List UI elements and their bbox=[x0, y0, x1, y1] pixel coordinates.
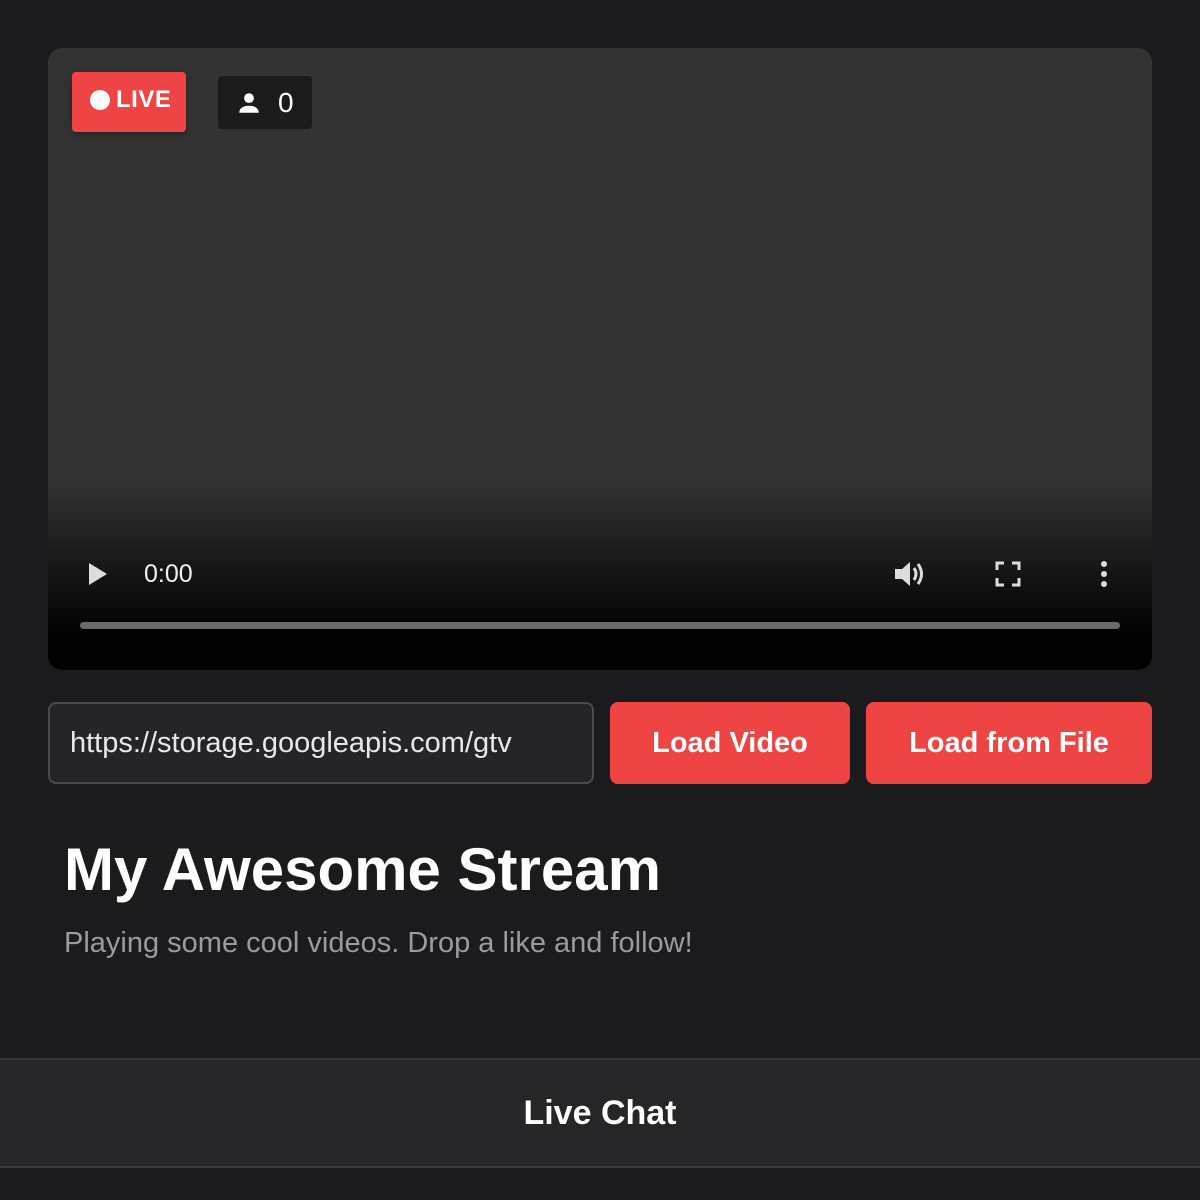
viewer-count: 0 bbox=[278, 86, 294, 118]
volume-button[interactable] bbox=[890, 558, 930, 590]
volume-icon bbox=[895, 562, 923, 586]
progress-bar[interactable] bbox=[80, 622, 1120, 629]
stream-description: Playing some cool videos. Drop a like an… bbox=[64, 927, 693, 959]
live-dot-icon bbox=[90, 90, 110, 110]
more-options-button[interactable] bbox=[1092, 558, 1116, 590]
load-from-file-button[interactable]: Load from File bbox=[866, 702, 1152, 784]
fullscreen-icon bbox=[995, 561, 1021, 587]
load-video-button[interactable]: Load Video bbox=[610, 702, 850, 784]
live-chat-title: Live Chat bbox=[523, 1093, 677, 1132]
stream-title: My Awesome Stream bbox=[64, 836, 661, 903]
video-player[interactable]: LIVE 0 0:00 bbox=[48, 48, 1152, 670]
viewer-count-badge: 0 bbox=[218, 76, 312, 129]
more-vertical-icon bbox=[1101, 561, 1107, 587]
fullscreen-button[interactable] bbox=[992, 558, 1024, 590]
video-url-input[interactable] bbox=[48, 702, 594, 784]
current-time: 0:00 bbox=[144, 560, 193, 588]
live-badge: LIVE bbox=[72, 72, 186, 132]
user-icon bbox=[239, 92, 259, 113]
stream-page: LIVE 0 0:00 https://storage.googleapis.c… bbox=[0, 0, 1200, 1200]
live-label: LIVE bbox=[116, 86, 172, 113]
play-icon bbox=[89, 563, 107, 585]
play-button[interactable] bbox=[82, 558, 114, 590]
video-controls: 0:00 bbox=[48, 548, 1152, 608]
live-chat-header: Live Chat bbox=[0, 1058, 1200, 1168]
